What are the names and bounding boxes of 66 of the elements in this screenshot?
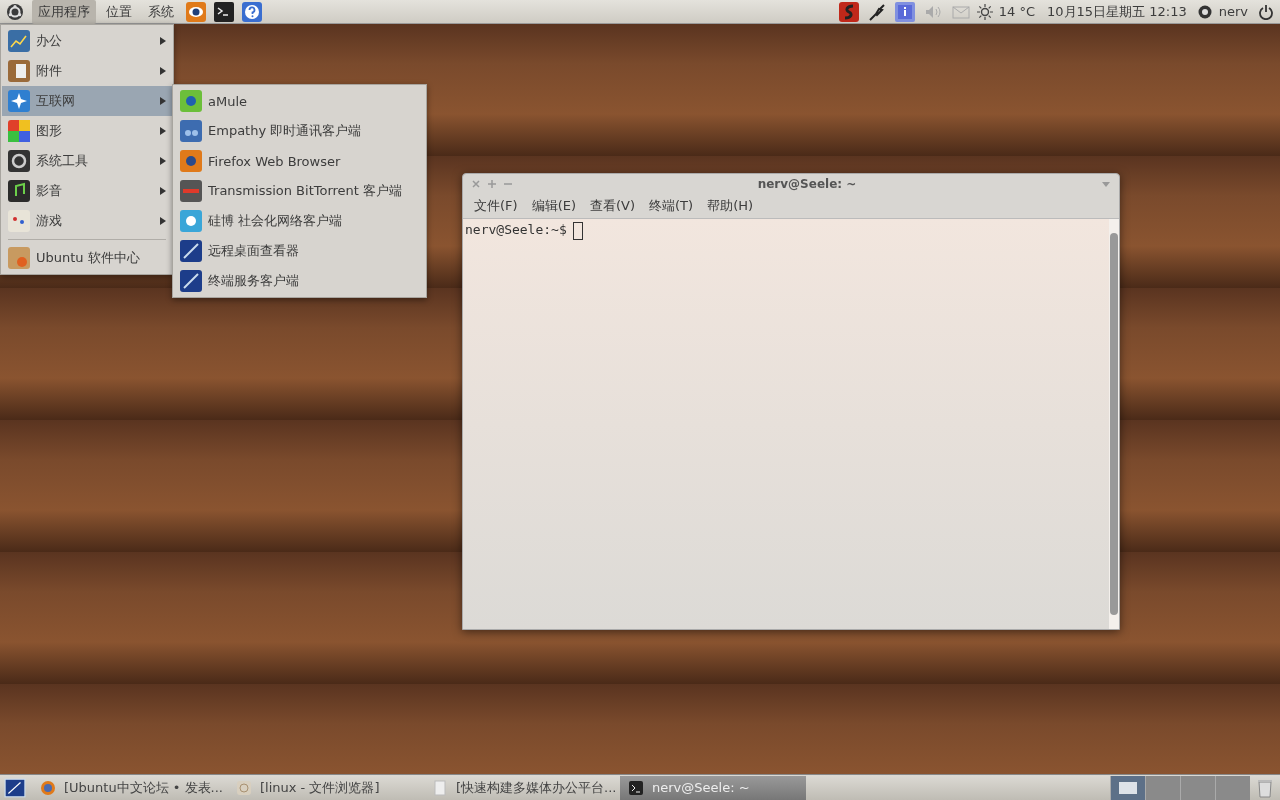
package-icon (8, 247, 30, 269)
terminal-icon[interactable] (214, 1, 234, 22)
workspace[interactable] (1110, 775, 1145, 800)
app-icon (180, 120, 202, 142)
chart-icon (8, 30, 30, 52)
menu-item[interactable]: 硅博 社会化网络客户端 (174, 206, 425, 236)
color-wheel-icon (8, 120, 30, 142)
panel-menu[interactable]: 位置 (100, 0, 138, 24)
submenu-arrow-icon (160, 97, 166, 105)
menu-bar-item[interactable]: 帮助(H) (702, 196, 759, 216)
help-icon[interactable] (242, 1, 262, 22)
text-cursor (572, 222, 583, 240)
menu-item[interactable]: 影音 (2, 176, 172, 206)
menu-item[interactable]: 终端服务客户端 (174, 266, 425, 296)
workspace[interactable] (1215, 775, 1250, 800)
submenu-arrow-icon (160, 187, 166, 195)
app-icon (180, 90, 202, 112)
submenu-arrow-icon (160, 37, 166, 45)
folder-icon (236, 779, 252, 796)
workspace[interactable] (1180, 775, 1215, 800)
monitor-icon (180, 270, 202, 292)
user-name[interactable]: nerv (1218, 4, 1248, 19)
terminal-icon (628, 779, 644, 796)
menu-item[interactable]: Transmission BitTorrent 客户端 (174, 176, 425, 206)
menu-bar-item[interactable]: 编辑(E) (526, 196, 581, 216)
menu-item[interactable]: aMule (174, 86, 425, 116)
show-desktop-icon[interactable] (4, 776, 26, 799)
globe-icon (40, 779, 56, 796)
app-icon (180, 180, 202, 202)
submenu-arrow-icon (160, 127, 166, 135)
menu-item[interactable]: 系统工具 (2, 146, 172, 176)
window-title: nerv@Seele: ~ (756, 177, 858, 191)
menu-item[interactable]: 办公 (2, 26, 172, 56)
panel-menu[interactable]: 系统 (142, 0, 180, 24)
menu-item[interactable]: 图形 (2, 116, 172, 146)
submenu-arrow-icon (160, 217, 166, 225)
submenu-arrow-icon (160, 67, 166, 75)
taskbar-task[interactable]: [Ubuntu中文论坛 • 发表... (32, 775, 228, 800)
menu-item[interactable]: 互联网 (2, 86, 172, 116)
weather-temperature[interactable]: 14 °C (998, 4, 1036, 19)
menu-bar-item[interactable]: 查看(V) (585, 196, 641, 216)
scrollbar[interactable] (1109, 219, 1119, 629)
chat-status-icon[interactable] (1196, 3, 1213, 20)
network-icon (8, 90, 30, 112)
menu-bar-item[interactable]: 文件(F) (469, 196, 523, 216)
shell-prompt: nerv@Seele:~$ (465, 222, 567, 237)
sun-icon[interactable] (976, 3, 993, 20)
clock[interactable]: 10月15日星期五 12:13 (1047, 2, 1187, 21)
menu-item[interactable]: 远程桌面查看器 (174, 236, 425, 266)
taskbar-task[interactable]: [快速构建多媒体办公平台... (424, 775, 620, 800)
menu-item[interactable]: Ubuntu 软件中心 (2, 243, 172, 273)
taskbar-task[interactable]: [linux - 文件浏览器] (228, 775, 424, 800)
submenu-arrow-icon (160, 157, 166, 165)
workspace[interactable] (1145, 775, 1180, 800)
menu-item[interactable]: Empathy 即时通讯客户端 (174, 116, 425, 146)
menu-item[interactable]: Firefox Web Browser (174, 146, 425, 176)
info-icon[interactable] (894, 1, 915, 22)
menu-item[interactable]: 附件 (2, 56, 172, 86)
menu-item[interactable]: 游戏 (2, 206, 172, 236)
monitor-icon (180, 240, 202, 262)
document-icon (432, 779, 448, 796)
ubuntu-logo-icon[interactable] (6, 2, 24, 21)
power-icon[interactable] (1258, 3, 1274, 20)
menu-bar-item[interactable]: 终端(T) (644, 196, 699, 216)
swirl-icon[interactable] (838, 1, 859, 22)
panel-menu[interactable]: 应用程序 (32, 0, 96, 24)
